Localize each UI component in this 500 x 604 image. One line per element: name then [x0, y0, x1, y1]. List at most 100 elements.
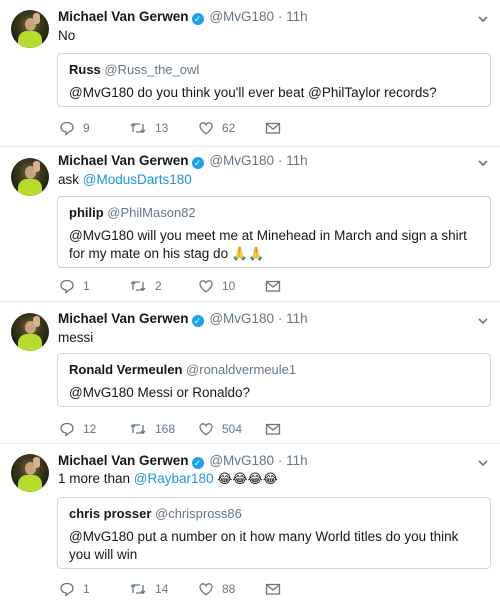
tweet[interactable]: Michael Van Gerwen ✓ @MvG180 · 11h No Rus…	[0, 0, 500, 147]
verified-badge-icon: ✓	[191, 457, 204, 469]
reply-count: 9	[83, 121, 90, 135]
message-icon	[265, 122, 281, 134]
quoted-text: @MvG180 will you meet me at Minehead in …	[69, 228, 467, 261]
verified-badge-icon: ✓	[191, 315, 204, 327]
reply-icon	[60, 422, 74, 437]
avatar[interactable]	[11, 158, 49, 196]
mention-link[interactable]: @ModusDarts180	[83, 172, 192, 187]
quoted-author-handle: @chrispross86	[155, 506, 242, 521]
reply-button[interactable]: 9	[59, 119, 90, 137]
tweet[interactable]: Michael Van Gerwen ✓ @MvG180 · 11h 1 more…	[0, 444, 500, 604]
direct-message-button[interactable]	[265, 277, 281, 295]
author-handle[interactable]: @MvG180	[209, 453, 274, 468]
tweet[interactable]: Michael Van Gerwen ✓ @MvG180 · 11h ask @M…	[0, 147, 500, 302]
chevron-down-icon[interactable]	[476, 314, 490, 328]
tweet-text: No	[58, 28, 76, 43]
verified-badge-icon: ✓	[191, 157, 204, 169]
like-icon	[199, 122, 213, 135]
chevron-down-icon[interactable]	[476, 156, 490, 170]
like-count: 62	[222, 121, 236, 135]
reply-button[interactable]: 12	[59, 420, 96, 438]
timestamp[interactable]: 11h	[286, 453, 308, 468]
avatar[interactable]	[11, 313, 49, 351]
quoted-emoji: 🙏🙏	[231, 246, 265, 261]
direct-message-button[interactable]	[265, 420, 281, 438]
retweet-button[interactable]: 2	[129, 277, 162, 295]
quoted-tweet[interactable]: Ronald Vermeulen @ronaldvermeule1 @MvG18…	[57, 353, 491, 407]
message-icon	[265, 583, 281, 595]
tweet-text: ask @ModusDarts180	[58, 171, 192, 188]
reply-count: 1	[83, 279, 90, 293]
author-handle[interactable]: @MvG180	[209, 153, 274, 168]
retweet-count: 168	[155, 422, 176, 436]
like-icon	[199, 583, 213, 596]
tweet-header: Michael Van Gerwen ✓ @MvG180 · 11h	[58, 311, 308, 327]
quoted-author-name: Russ	[69, 62, 101, 77]
reply-icon	[60, 279, 74, 294]
timestamp[interactable]: 11h	[286, 311, 308, 326]
quoted-author-name: Ronald Vermeulen	[69, 362, 183, 377]
retweet-count: 13	[155, 121, 169, 135]
mention-link[interactable]: @Raybar180	[134, 471, 214, 486]
message-icon	[265, 280, 281, 292]
like-count: 88	[222, 582, 236, 596]
reply-button[interactable]: 1	[59, 580, 90, 598]
retweet-icon	[130, 423, 146, 435]
separator-dot: ·	[277, 9, 283, 24]
like-icon	[199, 280, 213, 293]
quoted-text: @MvG180 Messi or Ronaldo?	[69, 385, 251, 400]
separator-dot: ·	[277, 453, 283, 468]
author-name[interactable]: Michael Van Gerwen	[58, 153, 189, 168]
author-name[interactable]: Michael Van Gerwen	[58, 453, 189, 468]
like-count: 10	[222, 279, 236, 293]
retweet-count: 2	[155, 279, 162, 293]
tweet-header: Michael Van Gerwen ✓ @MvG180 · 11h	[58, 153, 308, 169]
avatar[interactable]	[11, 10, 49, 48]
like-count: 504	[222, 422, 243, 436]
tweet[interactable]: Michael Van Gerwen ✓ @MvG180 · 11h messi …	[0, 302, 500, 444]
quoted-text: @MvG180 do you think you'll ever beat @P…	[69, 85, 437, 100]
reply-icon	[60, 582, 74, 597]
timestamp[interactable]: 11h	[286, 153, 308, 168]
quoted-author-name: philip	[69, 205, 104, 220]
message-icon	[265, 423, 281, 435]
direct-message-button[interactable]	[265, 580, 281, 598]
reply-count: 1	[83, 582, 90, 596]
quoted-author-handle: @ronaldvermeule1	[186, 362, 297, 377]
like-button[interactable]: 504	[198, 420, 242, 438]
tweet-emoji: 😂😂😂😂	[213, 471, 278, 486]
reply-button[interactable]: 1	[59, 277, 90, 295]
separator-dot: ·	[277, 153, 283, 168]
quoted-text: @MvG180 put a number on it how many Worl…	[69, 529, 459, 562]
retweet-icon	[130, 280, 146, 292]
chevron-down-icon[interactable]	[476, 12, 490, 26]
avatar[interactable]	[11, 454, 49, 492]
author-handle[interactable]: @MvG180	[209, 311, 274, 326]
like-button[interactable]: 10	[198, 277, 235, 295]
quoted-tweet[interactable]: chris prosser @chrispross86 @MvG180 put …	[57, 497, 491, 569]
direct-message-button[interactable]	[265, 119, 281, 137]
tweet-header: Michael Van Gerwen ✓ @MvG180 · 11h	[58, 453, 308, 469]
quoted-tweet[interactable]: Russ @Russ_the_owl @MvG180 do you think …	[57, 53, 491, 107]
retweet-button[interactable]: 168	[129, 420, 175, 438]
reply-count: 12	[83, 422, 97, 436]
retweet-icon	[130, 122, 146, 134]
like-button[interactable]: 88	[198, 580, 235, 598]
verified-badge-icon: ✓	[191, 13, 204, 25]
retweet-count: 14	[155, 582, 169, 596]
retweet-icon	[130, 583, 146, 595]
retweet-button[interactable]: 13	[129, 119, 168, 137]
chevron-down-icon[interactable]	[476, 456, 490, 470]
author-handle[interactable]: @MvG180	[209, 9, 274, 24]
tweet-text: 1 more than @Raybar180 😂😂😂😂	[58, 470, 278, 487]
timestamp[interactable]: 11h	[286, 9, 308, 24]
tweet-text-prefix: ask	[58, 172, 83, 187]
quoted-tweet[interactable]: philip @PhilMason82 @MvG180 will you mee…	[57, 196, 491, 268]
like-button[interactable]: 62	[198, 119, 235, 137]
quoted-text-block: @MvG180 will you meet me at Minehead in …	[69, 227, 479, 263]
author-name[interactable]: Michael Van Gerwen	[58, 311, 189, 326]
author-name[interactable]: Michael Van Gerwen	[58, 9, 189, 24]
like-icon	[199, 423, 213, 436]
reply-icon	[60, 121, 74, 136]
retweet-button[interactable]: 14	[129, 580, 168, 598]
